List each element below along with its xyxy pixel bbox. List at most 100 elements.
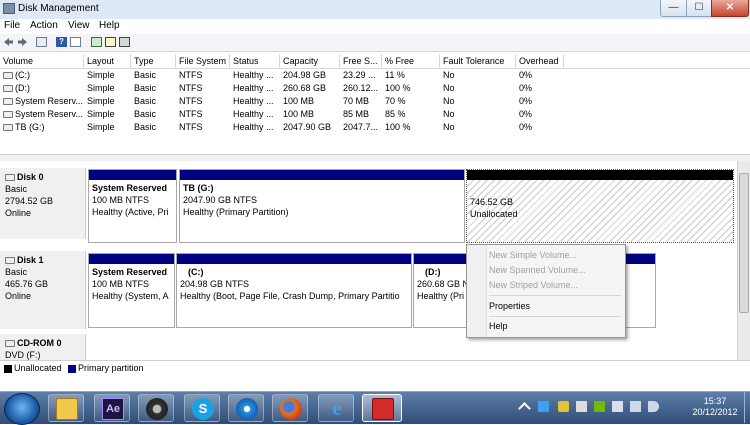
partition-system-reserved-disk1[interactable]: System Reserved 100 MB NTFS Healthy (Sys… xyxy=(88,253,175,328)
cell-text: 204.98 GB xyxy=(283,70,327,80)
start-button[interactable] xyxy=(4,393,40,425)
volume-icon xyxy=(3,111,13,119)
partition-c[interactable]: (C:) 204.98 GB NTFS Healthy (Boot, Page … xyxy=(176,253,412,328)
taskbar-clock[interactable]: 15:37 20/12/2012 xyxy=(680,396,750,418)
column-header-overhead[interactable]: Overhead xyxy=(516,54,564,68)
back-icon[interactable] xyxy=(3,37,14,47)
menu-item-new-spanned-volume[interactable]: New Spanned Volume... xyxy=(489,265,586,275)
volume-cell: 100 MB xyxy=(280,95,340,108)
taskbar-firefox[interactable] xyxy=(272,394,308,422)
menu-view[interactable]: View xyxy=(68,20,90,31)
partition-system-reserved-disk0[interactable]: System Reserved 100 MB NTFS Healthy (Act… xyxy=(88,169,177,243)
refresh-icon[interactable] xyxy=(91,37,102,47)
tray-device-icon[interactable] xyxy=(576,401,587,412)
cell-text: (D:) xyxy=(15,83,30,93)
column-header-file-system[interactable]: File System xyxy=(176,54,230,68)
volume-cell: 85 MB xyxy=(340,108,382,121)
taskbar-network-app[interactable] xyxy=(228,394,264,422)
menu-item-properties[interactable]: Properties xyxy=(489,301,530,311)
legend-label: Unallocated xyxy=(14,363,62,373)
primary-partition-swatch xyxy=(68,364,76,373)
cell-text: No xyxy=(443,83,455,93)
cell-text: (C:) xyxy=(15,70,30,80)
tray-action-center-icon[interactable] xyxy=(612,401,623,412)
volume-cell: 2047.7... xyxy=(340,121,382,134)
taskbar-skype[interactable]: S xyxy=(184,394,220,422)
volume-cell: Simple xyxy=(84,121,131,134)
vertical-scrollbar[interactable] xyxy=(737,161,750,360)
column-header-volume[interactable]: Volume xyxy=(0,54,84,68)
taskbar-explorer[interactable] xyxy=(48,394,84,422)
unallocated-space-disk0[interactable]: 746.52 GB Unallocated xyxy=(466,169,734,243)
forward-icon[interactable] xyxy=(17,37,28,47)
volume-cell: 70 % xyxy=(382,95,440,108)
partition-size: 204.98 GB NTFS xyxy=(180,279,250,289)
close-button[interactable]: ✕ xyxy=(711,0,749,17)
disk-0-label[interactable]: Disk 0 Basic 2794.52 GB Online xyxy=(0,168,86,239)
maximize-button[interactable]: ☐ xyxy=(686,0,712,17)
volume-cell: No xyxy=(440,95,516,108)
cell-text: Healthy ... xyxy=(233,70,274,80)
show-desktop-button[interactable] xyxy=(744,392,750,423)
cell-text: 2047.7... xyxy=(343,122,379,132)
volume-cell: Basic xyxy=(131,69,176,82)
tray-volume-icon[interactable] xyxy=(648,401,659,412)
show-hidden-icons[interactable] xyxy=(518,402,531,415)
column-header-fault-tolerance[interactable]: Fault Tolerance xyxy=(440,54,516,68)
volume-cell: 0% xyxy=(516,82,564,95)
disk-icon xyxy=(5,174,15,182)
menu-item-help[interactable]: Help xyxy=(489,321,508,331)
cell-text: No xyxy=(443,70,455,80)
menu-item-new-striped-volume[interactable]: New Striped Volume... xyxy=(489,280,578,290)
volume-icon xyxy=(3,72,13,80)
menu-action[interactable]: Action xyxy=(30,20,58,31)
taskbar-internet-explorer[interactable]: e xyxy=(318,394,354,422)
volume-cell: No xyxy=(440,82,516,95)
settings-icon[interactable] xyxy=(119,37,130,47)
disk-graphical-view: Disk 0 Basic 2794.52 GB Online System Re… xyxy=(0,161,737,360)
legend-primary-partition: Primary partition xyxy=(68,363,144,373)
volume-row[interactable]: TB (G:) Simple Basic NTFS Healthy ... 2047.90… xyxy=(0,121,750,134)
console-tree-icon[interactable] xyxy=(36,37,47,47)
cdrom-0-label[interactable]: CD-ROM 0 DVD (F:) xyxy=(0,334,86,360)
column-header-percent-free[interactable]: % Free xyxy=(382,54,440,68)
taskbar-after-effects[interactable]: Ae xyxy=(94,394,130,422)
column-header-type[interactable]: Type xyxy=(131,54,176,68)
help-icon[interactable]: ? xyxy=(56,37,67,47)
column-header-free-space[interactable]: Free S... xyxy=(340,54,382,68)
tray-security-icon[interactable] xyxy=(558,401,569,412)
column-header-capacity[interactable]: Capacity xyxy=(280,54,340,68)
tray-nvidia-icon[interactable] xyxy=(594,401,605,412)
volume-row[interactable]: (C:) Simple Basic NTFS Healthy ... 204.98 GB 2… xyxy=(0,69,750,82)
scrollbar-thumb[interactable] xyxy=(739,173,749,313)
properties-icon[interactable] xyxy=(70,37,81,47)
cell-text: Healthy ... xyxy=(233,109,274,119)
menu-file[interactable]: File xyxy=(4,20,20,31)
column-header-layout[interactable]: Layout xyxy=(84,54,131,68)
firefox-icon xyxy=(280,398,302,420)
minimize-button[interactable]: — xyxy=(660,0,687,17)
menu-help[interactable]: Help xyxy=(99,20,120,31)
cell-text: Basic xyxy=(134,70,157,80)
volume-row[interactable]: (D:) Simple Basic NTFS Healthy ... 260.68 GB 2… xyxy=(0,82,750,95)
tray-network-icon[interactable] xyxy=(630,401,641,412)
disk-icon xyxy=(5,257,15,265)
rescan-icon[interactable] xyxy=(105,37,116,47)
cell-text: NTFS xyxy=(179,83,203,93)
cell-text: Basic xyxy=(134,96,157,106)
column-header-status[interactable]: Status xyxy=(230,54,280,68)
volume-cell: No xyxy=(440,108,516,121)
tray-dropbox-icon[interactable] xyxy=(538,401,549,412)
menu-separator xyxy=(489,295,621,296)
menu-item-new-simple-volume[interactable]: New Simple Volume... xyxy=(489,250,577,260)
partition-tb-g[interactable]: TB (G:) 2047.90 GB NTFS Healthy (Primary… xyxy=(179,169,465,243)
volume-row[interactable]: System Reserv... Simple Basic NTFS Healthy .… xyxy=(0,95,750,108)
volume-row[interactable]: System Reserv... Simple Basic NTFS Healthy .… xyxy=(0,108,750,121)
disk-1-label[interactable]: Disk 1 Basic 465.76 GB Online xyxy=(0,251,86,329)
taskbar-disk-management[interactable] xyxy=(362,394,402,422)
cell-text: 260.12... xyxy=(343,83,379,93)
partition-size: 746.52 GB xyxy=(470,197,514,207)
taskbar-steam[interactable] xyxy=(138,394,174,422)
volume-cell: Simple xyxy=(84,82,131,95)
cell-text: Healthy ... xyxy=(233,122,274,132)
